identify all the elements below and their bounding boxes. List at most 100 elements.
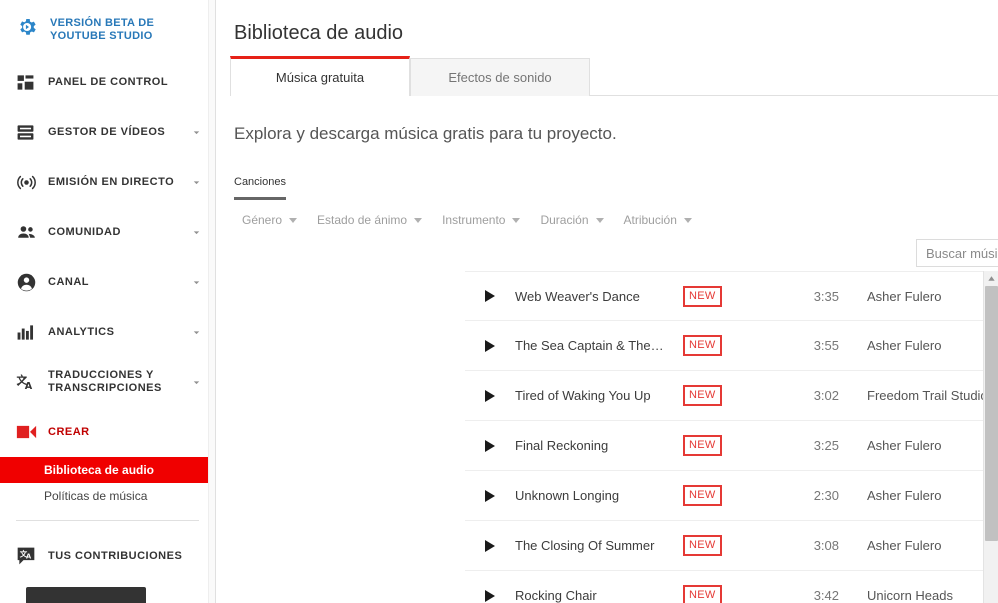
track-title: Web Weaver's Dance (515, 288, 640, 304)
new-badge-cell: NEW (683, 535, 783, 556)
play-button[interactable] (465, 290, 515, 302)
filter-bar: Género Estado de ánimo Instrumento Durac… (242, 208, 998, 232)
play-icon (485, 539, 495, 552)
filter-duracion[interactable]: Duración (540, 208, 623, 232)
table-row[interactable]: Tired of Waking You Up NEW 3:02 Freedom Tra… (465, 371, 998, 421)
sidebar-item-emision-en-directo[interactable]: EMISIÓN EN DIRECTO (0, 157, 215, 207)
table-row[interactable]: The Sea Captain & The… NEW 3:55 Asher Fuler… (465, 321, 998, 371)
filter-estado-de-animo[interactable]: Estado de ánimo (317, 208, 442, 232)
play-button[interactable] (465, 389, 515, 402)
tab-canciones[interactable]: Canciones (234, 176, 286, 200)
chevron-down-icon[interactable] (187, 176, 205, 189)
status-badge: NEW (683, 435, 722, 456)
table-row[interactable]: Rocking ChairNEW3:42Unicorn HeadsCountry… (465, 571, 998, 603)
sidebar-item-comunidad[interactable]: COMUNIDAD (0, 207, 215, 257)
sub-item-label: Biblioteca de audio (44, 463, 155, 477)
chevron-down-icon (512, 217, 521, 223)
scrollbar-thumb[interactable] (985, 286, 998, 541)
sidebar-item-traducciones-y-transcripciones[interactable]: 文 A TRADUCCIONES Y TRANSCRIPCIONES (0, 357, 215, 407)
youtube-studio-audio-library: VERSIÓN BETA DE YOUTUBE STUDIO PANEL DE … (0, 0, 998, 603)
sidebar-item-politicas-de-musica[interactable]: Políticas de música (0, 483, 215, 509)
sidebar-item-biblioteca-de-audio[interactable]: Biblioteca de audio (0, 457, 215, 483)
play-button[interactable] (465, 489, 515, 502)
play-button[interactable] (465, 539, 515, 552)
sidebar-bottom-button[interactable] (26, 587, 146, 603)
sidebar-item-gestor-de-videos[interactable]: GESTOR DE VÍDEOS (0, 107, 215, 157)
track-title: The Closing Of Summer (515, 538, 655, 553)
tab-efectos-de-sonido[interactable]: Efectos de sonido (410, 58, 590, 96)
chevron-down-icon[interactable] (187, 326, 205, 339)
search-box[interactable] (916, 239, 998, 267)
filter-genero[interactable]: Género (242, 208, 317, 232)
sidebar-item-tus-contribuciones[interactable]: 文 A TUS CONTRIBUCIONES (0, 531, 215, 581)
channel-icon (16, 272, 42, 293)
chevron-down-icon[interactable] (187, 226, 205, 239)
track-list-scrollbar[interactable] (983, 271, 998, 603)
filter-label: Instrumento (442, 213, 506, 227)
track-duration: 3:08 (813, 538, 839, 553)
filter-label: Género (242, 213, 283, 227)
play-button[interactable] (465, 439, 515, 452)
track-artist: Asher Fulero (867, 488, 942, 503)
sidebar-item-analytics[interactable]: ANALYTICS (0, 307, 215, 357)
track-duration: 2:30 (813, 488, 839, 503)
play-icon (485, 290, 495, 302)
tab-musica-gratuita[interactable]: Música gratuita (230, 56, 410, 97)
video-manager-icon (16, 123, 42, 142)
play-icon (485, 389, 495, 402)
status-badge: NEW (683, 535, 722, 556)
table-row[interactable]: Unknown LongingNEW2:30Asher FuleroClásic… (465, 471, 998, 521)
filter-instrumento[interactable]: Instrumento (442, 208, 540, 232)
sidebar-item-canal[interactable]: CANAL (0, 257, 215, 307)
track-duration: 3:55 (813, 338, 839, 353)
beta-banner[interactable]: VERSIÓN BETA DE YOUTUBE STUDIO (0, 0, 215, 57)
filter-atribucion[interactable]: Atribución (624, 208, 712, 232)
new-badge-cell: NEW (683, 585, 783, 603)
sidebar-item-label: TUS CONTRIBUCIONES (48, 549, 183, 562)
status-badge: NEW (683, 335, 722, 356)
sidebar-item-label: CANAL (48, 275, 89, 288)
filter-label: Duración (540, 213, 589, 227)
table-row[interactable]: Final ReckoningNEW3:25Asher FuleroClásic… (465, 421, 998, 471)
sidebar-item-panel-de-control[interactable]: PANEL DE CONTROL (0, 57, 215, 107)
sidebar: VERSIÓN BETA DE YOUTUBE STUDIO PANEL DE … (0, 0, 216, 603)
track-artist: Unicorn Heads (867, 588, 953, 603)
sidebar-item-label: TRADUCCIONES Y TRANSCRIPCIONES (48, 369, 162, 394)
sidebar-item-label: PANEL DE CONTROL (48, 75, 169, 88)
track-artist: Asher Fulero (867, 338, 942, 353)
table-row[interactable]: The Closing Of Summer NEW 3:08 Asher Fulero… (465, 521, 998, 571)
play-button[interactable] (465, 339, 515, 352)
sidebar-item-label: CREAR (48, 425, 90, 438)
chevron-down-icon (414, 217, 423, 223)
track-duration: 3:35 (813, 288, 839, 304)
scroll-up-arrow-icon[interactable] (984, 271, 998, 286)
chevron-down-icon[interactable] (187, 376, 205, 389)
status-badge: NEW (683, 485, 722, 506)
track-artist: Freedom Trail Studio (867, 388, 988, 403)
svg-text:A: A (26, 553, 32, 561)
play-button[interactable] (465, 589, 515, 602)
track-title: The Sea Captain & The… (515, 338, 664, 353)
play-icon (485, 439, 495, 452)
beta-label: VERSIÓN BETA DE YOUTUBE STUDIO (50, 16, 155, 42)
status-badge: NEW (683, 285, 722, 307)
search-input[interactable] (926, 245, 998, 261)
table-row[interactable]: Web Weaver's DanceNEW3:35Asher FuleroClá… (465, 271, 998, 321)
chevron-down-icon[interactable] (187, 276, 205, 289)
create-icon (16, 424, 42, 440)
page-blurb: Explora y descarga música gratis para tu… (234, 124, 617, 143)
chevron-down-icon[interactable] (187, 126, 205, 139)
chevron-down-icon (595, 217, 604, 223)
track-list-viewport: Web Weaver's DanceNEW3:35Asher FuleroClá… (465, 271, 998, 603)
main-content: Biblioteca de audio Música gratuita Efec… (216, 0, 998, 603)
sidebar-item-crear[interactable]: CREAR (0, 407, 215, 457)
sidebar-item-label: EMISIÓN EN DIRECTO (48, 175, 175, 188)
track-duration: 3:02 (813, 388, 839, 403)
filter-label: Estado de ánimo (317, 213, 408, 227)
track-duration: 3:42 (813, 588, 839, 603)
analytics-icon (16, 323, 42, 342)
track-artist: Asher Fulero (867, 538, 942, 553)
play-icon (485, 339, 495, 352)
chevron-down-icon (683, 217, 692, 223)
sidebar-scrollbar[interactable] (208, 0, 215, 603)
